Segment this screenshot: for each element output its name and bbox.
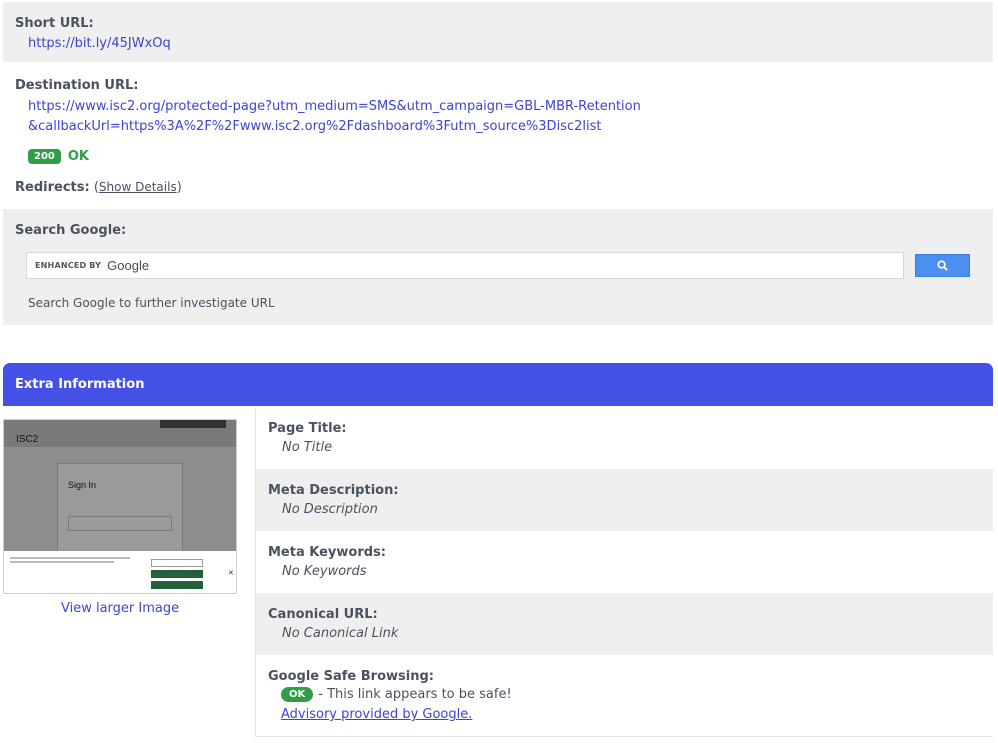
page-title-label: Page Title: bbox=[268, 421, 347, 436]
url-report: Short URL: https://bit.ly/45JWxOq Destin… bbox=[0, 0, 998, 743]
meta-keywords-label: Meta Keywords: bbox=[268, 545, 386, 560]
page-screenshot-thumbnail[interactable]: ISC2 Sign In ✕ bbox=[3, 419, 237, 594]
status-code-badge: 200 bbox=[28, 149, 61, 164]
destination-section: Destination URL: https://www.isc2.org/pr… bbox=[3, 64, 993, 209]
safe-browsing-label: Google Safe Browsing: bbox=[268, 669, 434, 684]
safe-status-badge: OK bbox=[281, 687, 314, 702]
meta-description-label: Meta Description: bbox=[268, 483, 399, 498]
destination-label: Destination URL: bbox=[15, 78, 139, 93]
thumbnail-brand: ISC2 bbox=[16, 434, 39, 445]
close-icon: ✕ bbox=[228, 569, 234, 577]
meta-keywords-value: No Keywords bbox=[282, 564, 367, 579]
search-google-label: Search Google: bbox=[15, 223, 127, 238]
search-hint-text: Search Google to further investigate URL bbox=[28, 296, 275, 310]
cookie-settings-button bbox=[151, 559, 203, 567]
google-logo-text: Google bbox=[107, 258, 150, 273]
extra-information-header: Extra Information bbox=[3, 363, 993, 406]
redirects-label: Redirects: bbox=[15, 180, 90, 195]
search-icon bbox=[937, 260, 948, 271]
thumbnail-signin-title: Sign In bbox=[68, 480, 97, 490]
cookie-text-line bbox=[10, 557, 130, 559]
redirects-line: Redirects: (Show Details) bbox=[15, 180, 182, 195]
canonical-url-value: No Canonical Link bbox=[282, 626, 399, 641]
meta-description-row: Meta Description: No Description bbox=[255, 469, 993, 531]
cookie-text-line bbox=[10, 561, 114, 563]
meta-keywords-row: Meta Keywords: No Keywords bbox=[255, 531, 993, 593]
enhanced-by-label: ENHANCED BY bbox=[35, 261, 102, 270]
thumbnail-cookie-banner: ✕ bbox=[4, 551, 236, 593]
extra-information-title: Extra Information bbox=[15, 377, 145, 392]
meta-description-value: No Description bbox=[282, 502, 378, 517]
short-url-label: Short URL: bbox=[15, 16, 94, 31]
safe-browsing-result: OK - This link appears to be safe! bbox=[281, 687, 512, 702]
http-status: 200 OK bbox=[28, 149, 89, 164]
show-details-link[interactable]: Show Details bbox=[99, 180, 177, 194]
canonical-url-label: Canonical URL: bbox=[268, 607, 378, 622]
short-url-section: Short URL: https://bit.ly/45JWxOq bbox=[3, 2, 993, 62]
google-search-button[interactable] bbox=[915, 254, 970, 277]
safe-browsing-row: Google Safe Browsing: OK - This link app… bbox=[255, 655, 993, 737]
search-google-section: Search Google: ENHANCED BY Google Search… bbox=[3, 209, 993, 325]
thumbnail-email-field bbox=[68, 516, 172, 531]
short-url-link[interactable]: https://bit.ly/45JWxOq bbox=[28, 36, 171, 51]
view-larger-image-link[interactable]: View larger Image bbox=[61, 601, 179, 616]
page-title-row: Page Title: No Title bbox=[255, 407, 993, 469]
status-text: OK bbox=[67, 149, 89, 164]
destination-url-link[interactable]: https://www.isc2.org/protected-page?utm_… bbox=[28, 97, 648, 137]
advisory-link[interactable]: Advisory provided by Google. bbox=[281, 707, 472, 722]
google-search-input[interactable]: ENHANCED BY Google bbox=[26, 252, 904, 279]
canonical-url-row: Canonical URL: No Canonical Link bbox=[255, 593, 993, 655]
page-title-value: No Title bbox=[282, 440, 333, 455]
cookie-accept-button bbox=[151, 581, 203, 589]
thumbnail-toolbar bbox=[160, 420, 226, 428]
cookie-reject-button bbox=[151, 570, 203, 578]
safe-status-text: - This link appears to be safe! bbox=[318, 687, 512, 702]
redirects-paren-close: ) bbox=[176, 180, 182, 195]
